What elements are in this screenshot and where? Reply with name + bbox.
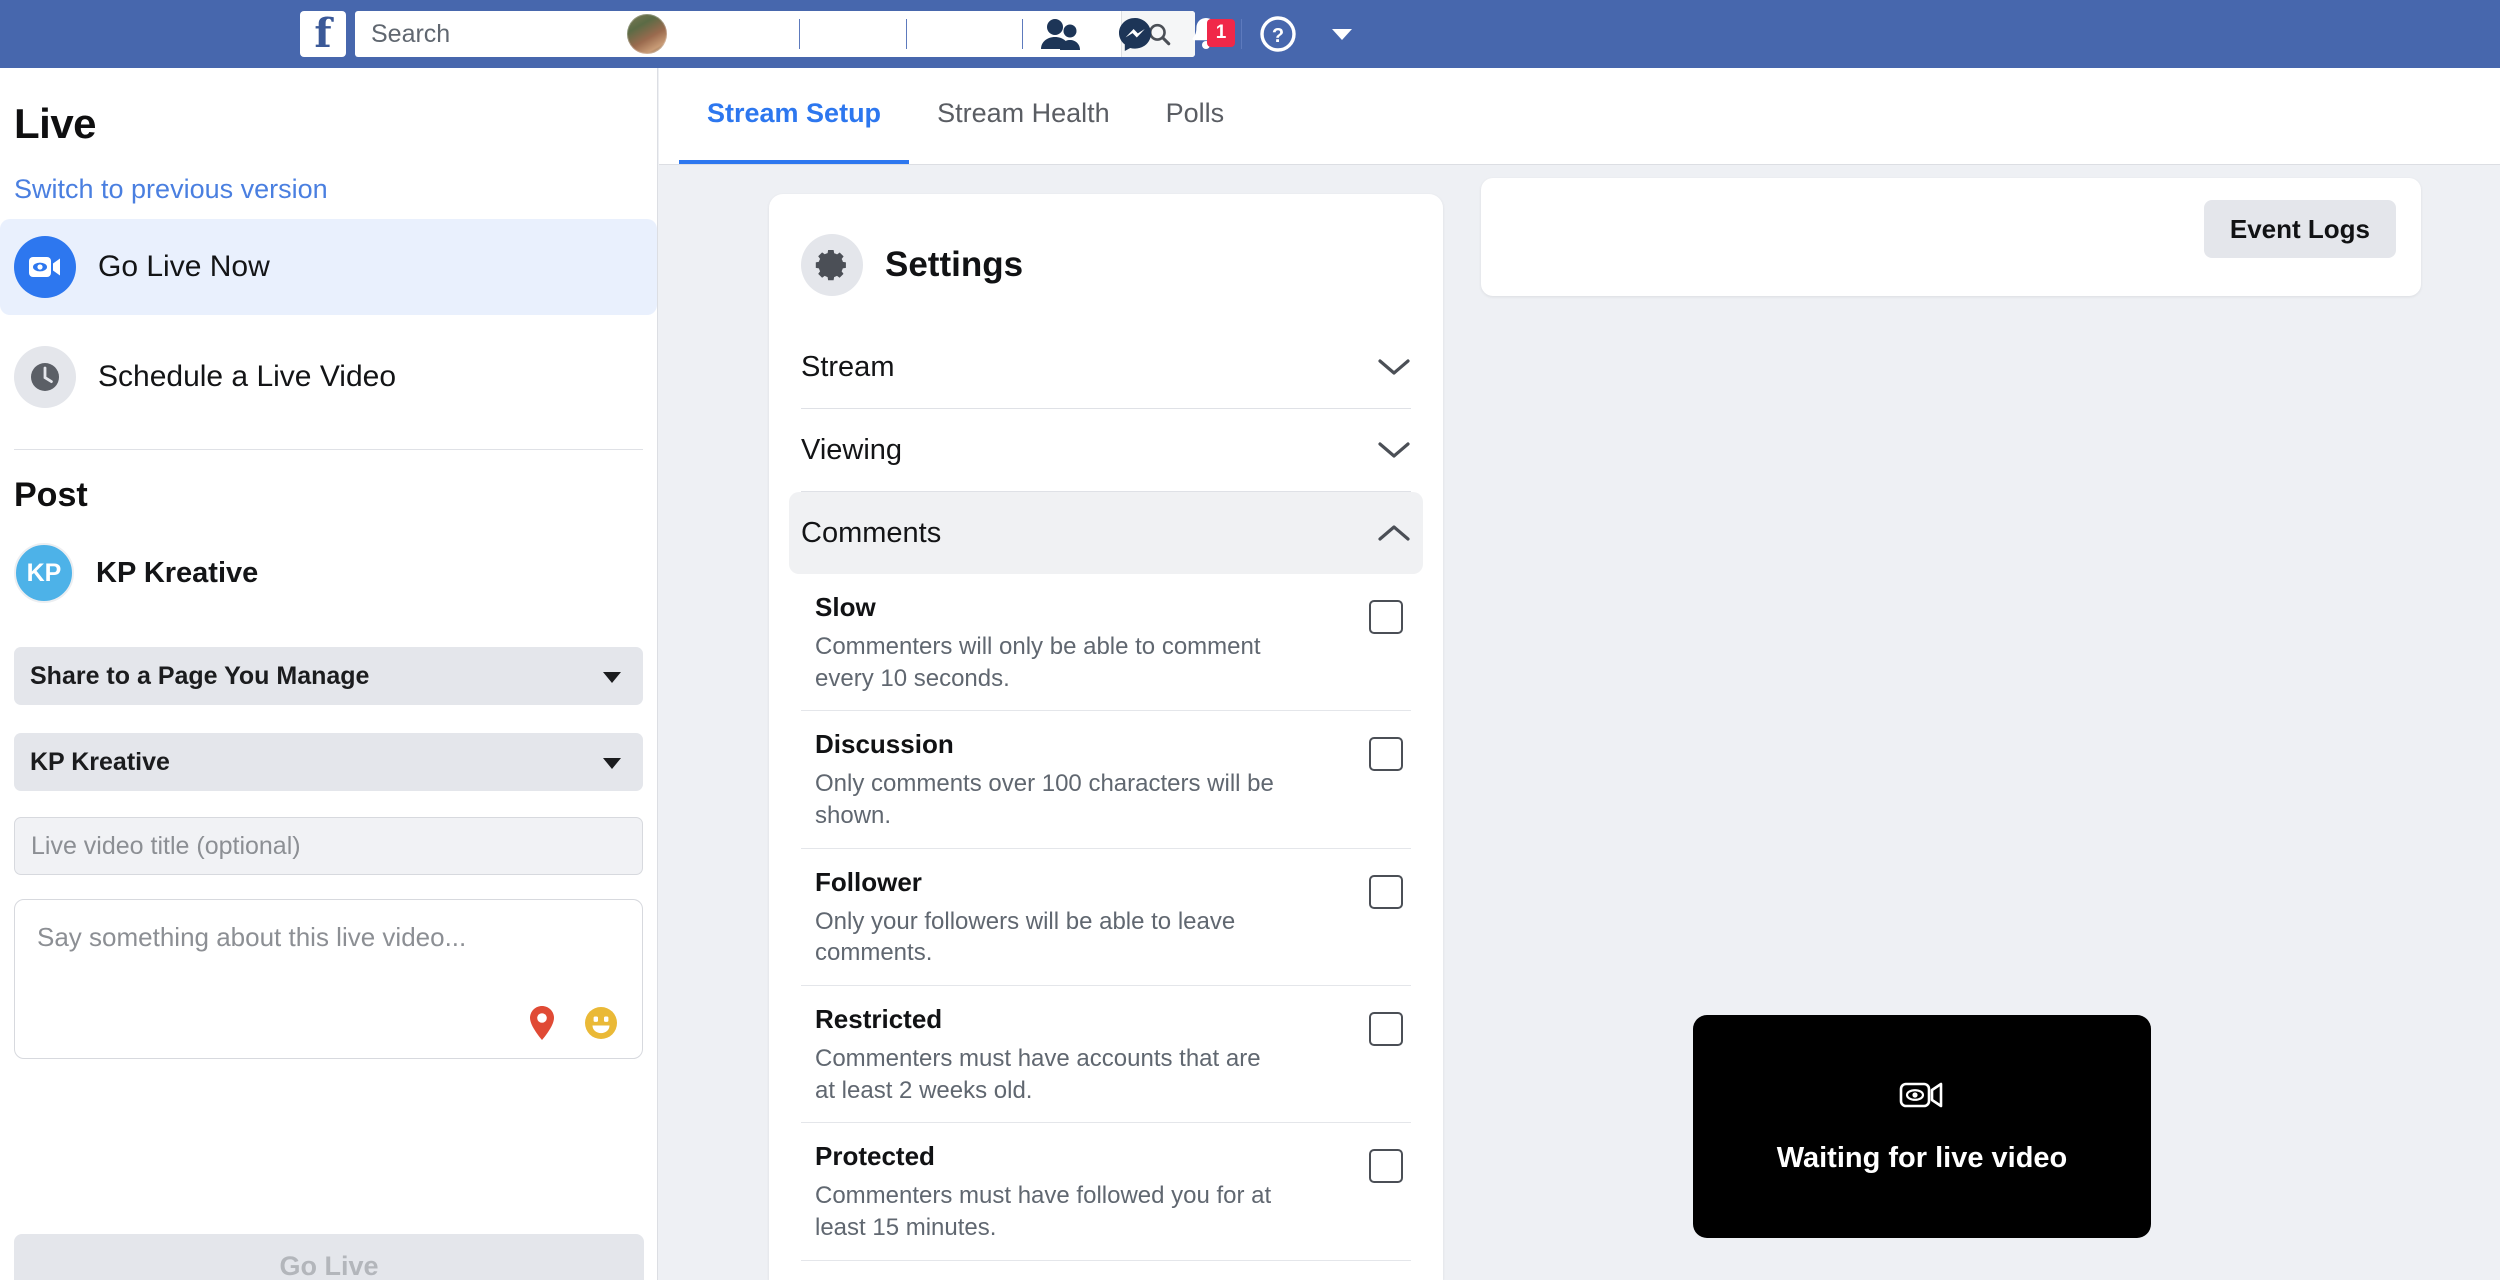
comment-option-text: Discussion Only comments over 100 charac… — [815, 729, 1285, 831]
main-content: Stream Setup Stream Health Polls Setting… — [659, 68, 2500, 1280]
page-select-dropdown-label: KP Kreative — [30, 747, 170, 776]
comment-option-name: Discussion — [815, 729, 954, 760]
accordion-section-comments[interactable]: Comments — [789, 492, 1423, 574]
comment-option-name: Slow — [815, 592, 876, 622]
comment-option-text: Protected Commenters must have followed … — [815, 1141, 1285, 1243]
nav-user-name[interactable]: Lauren — [679, 20, 799, 48]
comment-option-desc: Only your followers will be able to leav… — [815, 907, 1236, 967]
comment-option-restricted[interactable]: Restricted Commenters must have accounts… — [801, 986, 1411, 1122]
chevron-up-icon — [1378, 525, 1410, 541]
page-name: KP Kreative — [96, 556, 259, 589]
comment-option-checkbox[interactable] — [1369, 1149, 1403, 1184]
video-camera-icon — [1899, 1079, 1945, 1116]
avatar[interactable] — [626, 14, 667, 54]
help-icon[interactable]: ? — [1242, 16, 1314, 52]
nav-create-link[interactable]: Create — [907, 20, 1022, 48]
caret-down-icon — [603, 672, 621, 683]
notification-badge: 1 — [1207, 19, 1235, 47]
top-navigation-bar: f Lauren Home Create — [0, 0, 2500, 68]
bell-icon[interactable]: 1 — [1171, 15, 1241, 53]
comment-option-protected[interactable]: Protected Commenters must have followed … — [801, 1123, 1411, 1259]
comment-option-checkbox[interactable] — [1369, 874, 1403, 909]
friends-icon[interactable] — [1023, 17, 1099, 51]
settings-card: Settings Stream Viewing Comments Slow Co… — [769, 194, 1443, 1280]
comment-option-text: Slow Commenters will only be able to com… — [815, 592, 1285, 694]
settings-header: Settings — [769, 194, 1443, 296]
gear-icon — [801, 234, 863, 296]
accordion-section-viewing[interactable]: Viewing — [789, 409, 1423, 491]
video-camera-icon — [14, 236, 76, 298]
facebook-logo-icon[interactable]: f — [300, 11, 346, 57]
comment-option-checkbox[interactable] — [1369, 737, 1403, 772]
chevron-down-icon — [1378, 442, 1410, 458]
post-composer[interactable] — [14, 899, 643, 1059]
tab-label: Stream Health — [937, 98, 1110, 128]
comment-option-slow[interactable]: Slow Commenters will only be able to com… — [801, 574, 1411, 710]
accordion-section-stream[interactable]: Stream — [789, 326, 1423, 408]
sidebar-item-label: Go Live Now — [98, 250, 270, 283]
comment-option-follower[interactable]: Follower Only your followers will be abl… — [801, 849, 1411, 985]
sidebar-item-go-live-now[interactable]: Go Live Now — [0, 219, 657, 315]
comment-option-desc: Only comments over 100 characters will b… — [815, 770, 1274, 830]
tab-bar: Stream Setup Stream Health Polls — [659, 68, 2500, 165]
svg-text:?: ? — [1272, 25, 1284, 47]
comment-option-checkbox[interactable] — [1369, 600, 1403, 634]
page-title: Live — [14, 100, 97, 147]
tab-polls[interactable]: Polls — [1138, 67, 1253, 164]
post-as-page-row: KP KP Kreative — [14, 543, 657, 603]
location-pin-icon[interactable] — [526, 1005, 558, 1046]
comment-option-text: Restricted Commenters must have accounts… — [815, 1004, 1285, 1106]
event-logs-button[interactable]: Event Logs — [2203, 200, 2396, 258]
option-divider — [801, 1259, 1411, 1261]
page-select-dropdown[interactable]: KP Kreative — [14, 733, 643, 791]
composer-actions — [526, 1005, 618, 1046]
tab-label: Stream Setup — [707, 98, 882, 128]
comment-option-name: Protected — [815, 1141, 935, 1172]
chevron-down-icon — [1378, 359, 1410, 375]
comment-option-checkbox[interactable] — [1369, 1012, 1403, 1047]
accordion-label: Comments — [801, 516, 942, 549]
live-video-title-input[interactable] — [14, 817, 643, 875]
live-sidebar: Live Switch to previous version Go Live … — [0, 68, 658, 1280]
messenger-icon[interactable] — [1099, 16, 1171, 52]
switch-previous-version-link[interactable]: Switch to previous version — [14, 174, 657, 205]
accordion-label: Viewing — [801, 433, 903, 466]
share-target-dropdown-label: Share to a Page You Manage — [30, 661, 370, 690]
tab-stream-health[interactable]: Stream Health — [909, 67, 1138, 164]
comment-option-desc: Commenters must have accounts that are a… — [815, 1045, 1261, 1104]
page-avatar: KP — [14, 543, 74, 603]
comment-option-name: Restricted — [815, 1004, 943, 1035]
tab-stream-setup[interactable]: Stream Setup — [679, 67, 910, 164]
post-composer-input[interactable] — [15, 900, 642, 990]
sidebar-item-schedule-live-video[interactable]: Schedule a Live Video — [0, 329, 657, 425]
post-section-heading: Post — [14, 476, 88, 514]
share-target-dropdown[interactable]: Share to a Page You Manage — [14, 647, 643, 705]
comment-option-name: Follower — [815, 866, 922, 897]
chevron-down-icon[interactable] — [1314, 28, 1370, 40]
comment-option-desc: Commenters will only be able to comment … — [815, 633, 1261, 692]
emoji-smiley-icon[interactable] — [584, 1006, 618, 1045]
settings-title: Settings — [885, 245, 1024, 284]
accordion-label: Stream — [801, 350, 895, 383]
comment-option-text: Follower Only your followers will be abl… — [815, 867, 1285, 969]
tab-label: Polls — [1165, 98, 1225, 128]
event-logs-card: Event Logs — [1481, 178, 2421, 296]
live-video-preview-panel: Waiting for live video — [1693, 1015, 2151, 1238]
sidebar-divider — [14, 449, 643, 450]
clock-icon — [14, 346, 76, 408]
video-panel-label: Waiting for live video — [1776, 1141, 2068, 1174]
nav-home-link[interactable]: Home — [800, 20, 907, 48]
go-live-button[interactable]: Go Live — [14, 1234, 644, 1280]
comment-option-discussion[interactable]: Discussion Only comments over 100 charac… — [801, 711, 1411, 847]
comment-option-desc: Commenters must have followed you for at… — [815, 1182, 1272, 1242]
top-nav-right-group: Lauren Home Create 1 ? — [626, 0, 1370, 68]
caret-down-icon — [603, 758, 621, 769]
sidebar-item-label: Schedule a Live Video — [98, 360, 397, 393]
